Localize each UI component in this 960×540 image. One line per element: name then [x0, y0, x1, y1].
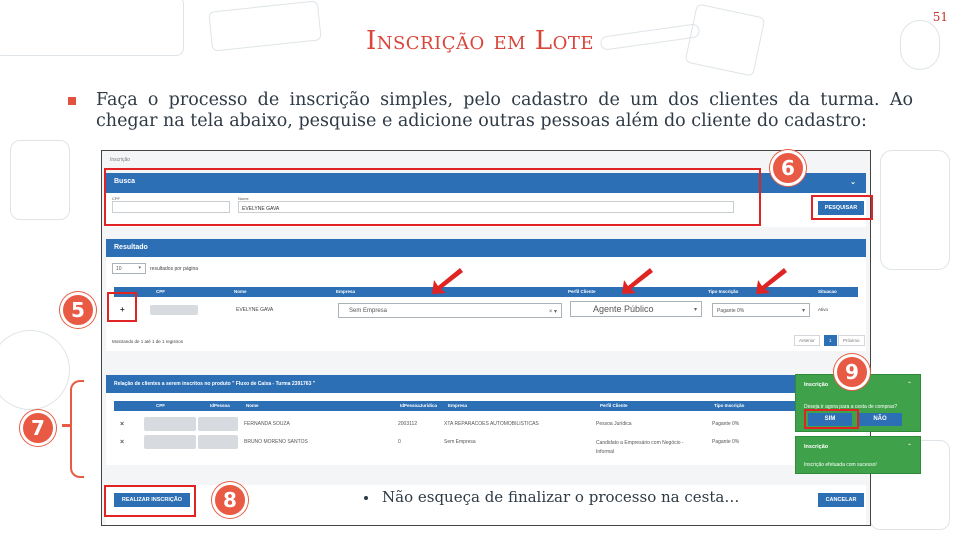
- relacao-panel-header: Relação de clientes a serem inscritos no…: [106, 375, 818, 393]
- situacao-value: Ativo: [818, 307, 829, 312]
- callout-7: 7: [20, 410, 56, 446]
- row-idpj: 0: [398, 439, 401, 445]
- rcol-empresa: Empresa: [448, 403, 468, 408]
- clear-caret-icon: × ▾: [548, 309, 557, 315]
- slide-title: Inscrição em Lote: [365, 26, 595, 56]
- caret-down-icon: ▾: [693, 307, 697, 313]
- arrow-tipo-icon: [756, 268, 787, 294]
- chevron-up-icon[interactable]: ⌃: [907, 381, 912, 388]
- realizar-highlight: [104, 485, 196, 517]
- resultado-panel-body: 10 ▾ resultados por página CPF Nome Empr…: [106, 257, 866, 351]
- cpf-redacted: [144, 417, 196, 431]
- tipo-select[interactable]: Pagante 0% ▾: [712, 303, 810, 317]
- callout-5: 5: [60, 292, 96, 328]
- rcol-idpessoa: IdPessoa: [210, 403, 230, 408]
- add-highlight: [107, 292, 137, 322]
- brace-icon: [70, 380, 84, 478]
- empresa-select[interactable]: Sem Empresa × ▾: [338, 303, 562, 318]
- rcol-cpf: CPF: [156, 403, 165, 408]
- chevron-up-icon[interactable]: ⌃: [907, 443, 912, 450]
- pager-prev[interactable]: Anterior: [794, 335, 820, 346]
- page-size-suffix: resultados por página: [150, 266, 199, 272]
- empresa-value: Sem Empresa: [349, 308, 388, 314]
- bullet-square-icon: [68, 97, 76, 105]
- perfil-value: Agente Público: [593, 304, 654, 314]
- coffee-cup-doodle: [0, 330, 70, 410]
- callout-8: 8: [212, 482, 248, 518]
- rcol-nome: Nome: [246, 403, 259, 408]
- rcol-idpj: IdPessoaJuridica: [400, 403, 438, 408]
- resultado-title: Resultado: [114, 244, 148, 251]
- note-bullet-icon: [364, 496, 368, 500]
- relacao-panel-body: CPF IdPessoa Nome IdPessoaJuridica Empre…: [106, 393, 866, 465]
- row-empresa: XTA REPARACOES AUTOMOBILISTICAS: [444, 421, 539, 427]
- perfil-select[interactable]: Agente Público ▾: [570, 301, 702, 317]
- tipo-value: Pagante 0%: [717, 308, 745, 314]
- row-perfil: Candidato a Empresário com Negócio - Inf…: [596, 440, 684, 455]
- col-empresa: Empresa: [336, 289, 356, 294]
- pager-current[interactable]: 1: [824, 335, 837, 346]
- remove-icon[interactable]: ×: [120, 421, 124, 428]
- row-empresa: Sem Empresa: [444, 439, 476, 445]
- breadcrumb: Inscrição: [110, 157, 131, 163]
- resultado-grid-header: CPF Nome Empresa Perfil Cliente Tipo Ins…: [114, 287, 858, 297]
- resultado-panel-header: Resultado: [106, 239, 866, 257]
- sim-highlight: [804, 409, 859, 429]
- busca-highlight: [104, 168, 761, 226]
- phone-doodle: [880, 150, 950, 270]
- brace-tip: [62, 424, 72, 427]
- caret-down-icon: ▾: [138, 265, 141, 271]
- result-nome: EVELYNE GAVA: [236, 307, 274, 313]
- rcol-perfil: Perfil Cliente: [600, 403, 628, 408]
- row-nome: FERNANDA SOUZA: [244, 421, 290, 427]
- page-size-select[interactable]: 10 ▾: [112, 263, 146, 274]
- row-tipo: Pagante 0%: [712, 421, 740, 427]
- row-idpj: 2003112: [398, 421, 418, 427]
- tablet-doodle: [10, 140, 70, 220]
- page-number: 51: [932, 10, 948, 24]
- instruction-text: Faça o processo de inscrição simples, pe…: [96, 90, 913, 131]
- success-popup: Inscrição ⌃ Inscrição efetuada com suces…: [795, 436, 921, 474]
- relacao-grid-header: CPF IdPessoa Nome IdPessoaJuridica Empre…: [114, 401, 858, 411]
- chevron-down-icon[interactable]: ⌄: [850, 178, 856, 186]
- col-cpf: CPF: [156, 289, 165, 294]
- callout-9: 9: [834, 354, 870, 390]
- cpf-redacted: [144, 435, 196, 449]
- reminder-note: Não esqueça de finalizar o processo na c…: [382, 488, 740, 506]
- col-perfil: Perfil Cliente: [568, 289, 596, 294]
- col-situacao: Situacao: [818, 289, 837, 294]
- callout-6: 6: [770, 150, 806, 186]
- remove-icon[interactable]: ×: [120, 439, 124, 446]
- col-nome: Nome: [234, 289, 247, 294]
- cancelar-button[interactable]: CANCELAR: [818, 493, 864, 507]
- arrow-empresa-icon: [432, 268, 463, 294]
- pesquisar-highlight: [811, 195, 873, 220]
- col-tipo: Tipo Inscrição: [708, 289, 739, 294]
- idpessoa-redacted: [198, 435, 238, 449]
- row-perfil: Pessoa Jurídica: [596, 421, 632, 427]
- idpessoa-redacted: [198, 417, 238, 431]
- rcol-tipo: Tipo Inscrição: [714, 403, 745, 408]
- page-size-value: 10: [116, 266, 122, 272]
- cpf-redacted: [150, 305, 198, 315]
- nao-button[interactable]: NÃO: [858, 413, 902, 426]
- caret-down-icon: ▾: [801, 308, 805, 314]
- row-tipo: Pagante 0%: [712, 439, 740, 445]
- row-nome: BRUNO MORENO SANTOS: [244, 439, 308, 445]
- relacao-title: Relação de clientes a serem inscritos no…: [114, 381, 316, 387]
- success-popup-title: Inscrição: [804, 444, 829, 450]
- confirm-popup-title: Inscrição: [804, 382, 829, 388]
- showing-text: Mostrando de 1 até 1 de 1 registros: [112, 339, 184, 344]
- instruction-bullet: Faça o processo de inscrição simples, pe…: [68, 90, 913, 132]
- pager-next[interactable]: Próximo: [838, 335, 865, 346]
- arrow-perfil-icon: [622, 268, 653, 294]
- success-popup-message: Inscrição efetuada com sucesso!: [804, 462, 877, 468]
